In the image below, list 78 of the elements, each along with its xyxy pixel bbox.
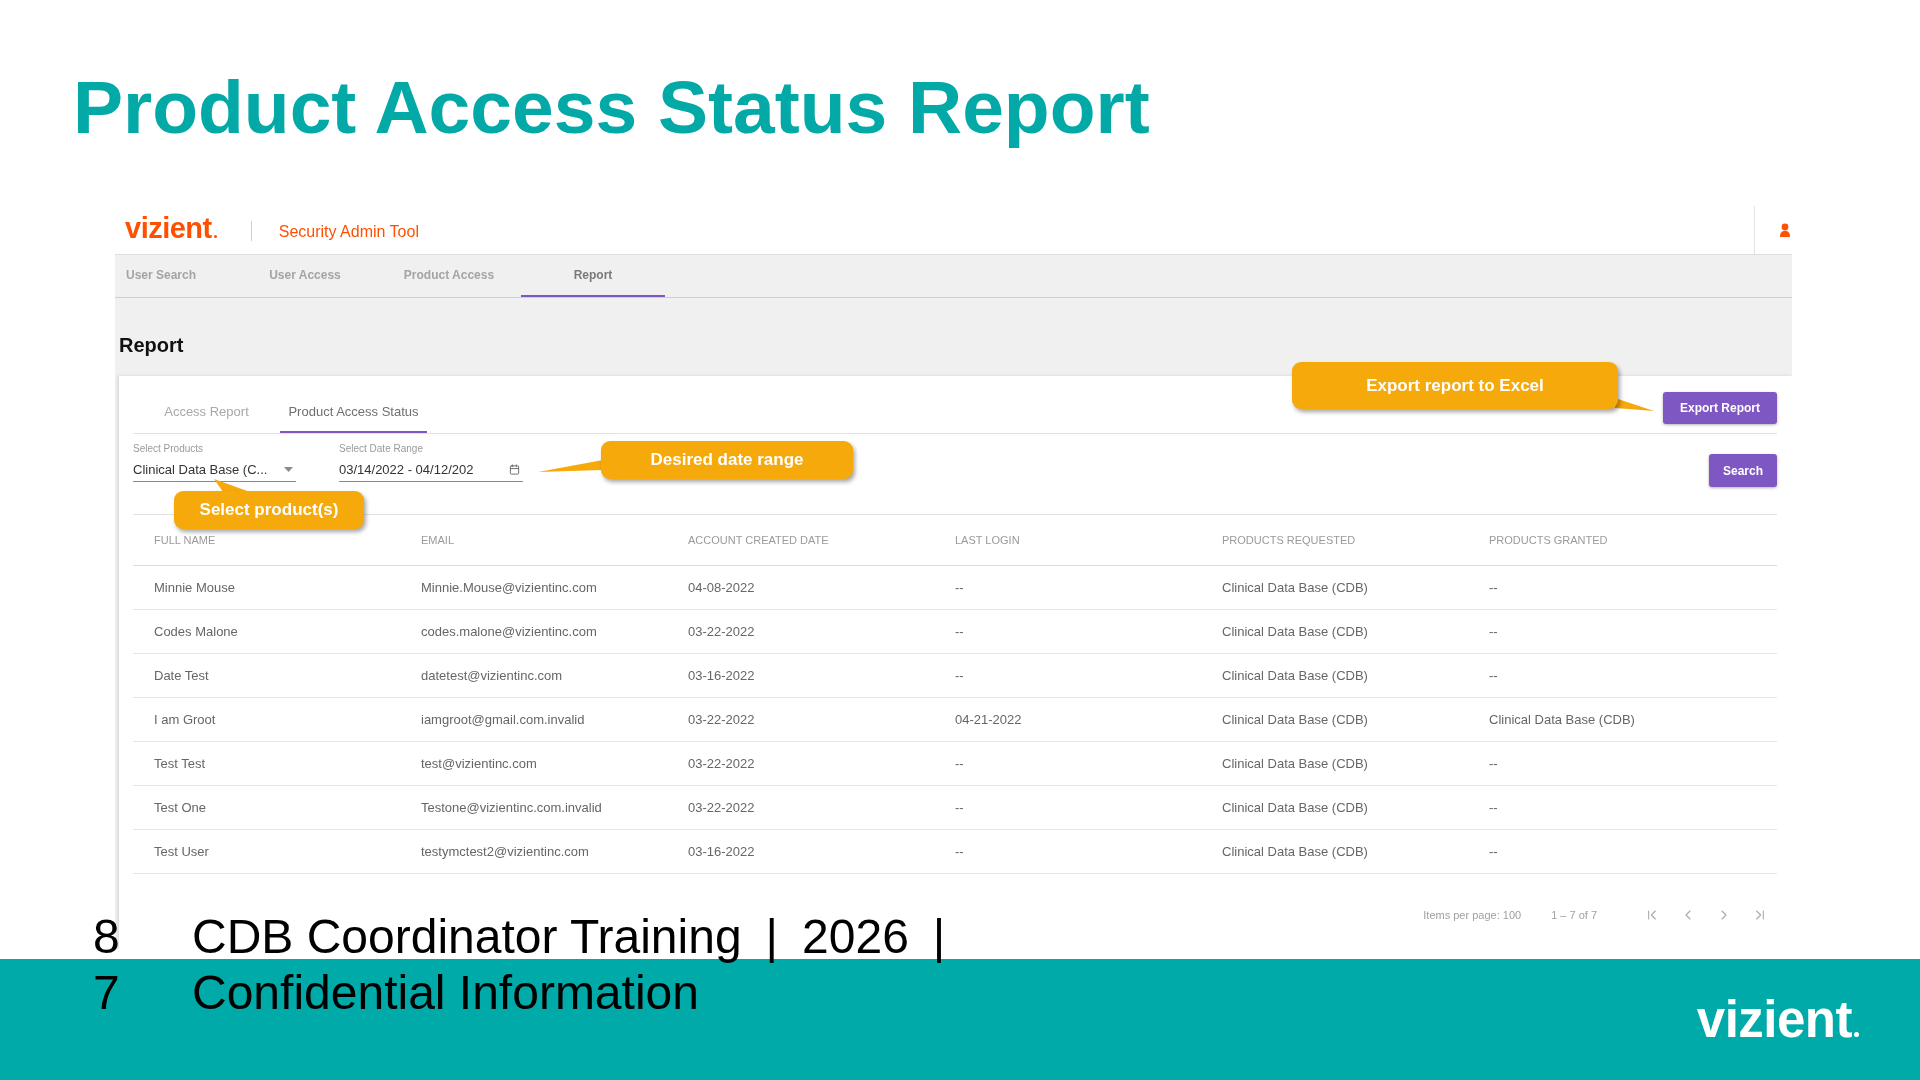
table-cell: -- (1468, 742, 1777, 786)
table-cell: 03-22-2022 (667, 786, 934, 830)
table-cell: -- (934, 610, 1201, 654)
app-name: Security Admin Tool (278, 223, 419, 241)
table-cell: 03-16-2022 (667, 654, 934, 698)
table-cell: -- (1468, 786, 1777, 830)
logo-dot-icon (213, 234, 217, 238)
slide-number: 7 (93, 966, 120, 1019)
product-select[interactable]: Clinical Data Base (C... (133, 458, 296, 482)
table-cell: Clinical Data Base (CDB) (1201, 654, 1468, 698)
field-label: Select Date Range (339, 442, 423, 456)
table-cell: -- (1468, 830, 1777, 874)
table-cell: Clinical Data Base (CDB) (1201, 786, 1468, 830)
footer-text: | (765, 909, 779, 965)
slide-title: Product Access Status Report (73, 66, 1150, 148)
table-cell: Clinical Data Base (CDB) (1201, 742, 1468, 786)
column-header: FULL NAME (154, 533, 216, 547)
callout-label: Desired date range (601, 441, 853, 479)
table-cell: -- (1468, 654, 1777, 698)
footer-logo: vizient (1696, 994, 1852, 1045)
table-cell: 03-22-2022 (667, 610, 934, 654)
table-cell: I am Groot (133, 698, 400, 742)
logo: vizient (125, 213, 212, 243)
table-cell: 04-08-2022 (667, 566, 934, 610)
table-cell: Date Test (133, 654, 400, 698)
table-cell: test@vizientinc.com (400, 742, 667, 786)
items-per-page-label: Items per page: 100 (1423, 909, 1522, 921)
search-button[interactable]: Search (1708, 454, 1777, 487)
table-cell: Clinical Data Base (CDB) (1201, 698, 1468, 742)
column-header: ACCOUNT CREATED DATE (688, 533, 829, 547)
page-range-label: 1 – 7 of 7 (1551, 909, 1597, 921)
callout-label: Export report to Excel (1292, 362, 1618, 409)
table-cell: Test One (133, 786, 400, 830)
table-cell: codes.malone@vizientinc.com (400, 610, 667, 654)
table-cell: Clinical Data Base (CDB) (1201, 830, 1468, 874)
table-cell: -- (934, 654, 1201, 698)
table-cell: Test User (133, 830, 400, 874)
column-header: PRODUCTS REQUESTED (1222, 533, 1356, 547)
table-cell: iamgroot@gmail.com.invalid (400, 698, 667, 742)
table-cell: 03-22-2022 (667, 742, 934, 786)
table-cell: Clinical Data Base (CDB) (1201, 566, 1468, 610)
footer-text: Confidential Information (192, 965, 699, 1021)
table-cell: Clinical Data Base (CDB) (1201, 610, 1468, 654)
table-cell: -- (934, 566, 1201, 610)
table-cell: Minnie Mouse (133, 566, 400, 610)
table-cell: Test Test (133, 742, 400, 786)
table-cell: Clinical Data Base (CDB) (1468, 698, 1777, 742)
footer-text: 2026 (802, 909, 909, 965)
date-range-field[interactable]: 03/14/2022 - 04/12/202 (339, 458, 523, 482)
nav-tab[interactable]: Report (521, 255, 665, 297)
column-header: LAST LOGIN (955, 533, 1020, 547)
logo-dot-icon (1854, 1032, 1859, 1037)
calendar-icon (509, 464, 520, 475)
table-cell: -- (934, 830, 1201, 874)
table-cell: Codes Malone (133, 610, 400, 654)
field-label: Select Products (133, 442, 204, 456)
table-cell: testymctest2@vizientinc.com (400, 830, 667, 874)
slide-number: 8 (93, 910, 120, 963)
table-cell: datetest@vizientinc.com (400, 654, 667, 698)
table-cell: -- (934, 742, 1201, 786)
table-cell: Minnie.Mouse@vizientinc.com (400, 566, 667, 610)
table-cell: Testone@vizientinc.com.invalid (400, 786, 667, 830)
table-cell: 04-21-2022 (934, 698, 1201, 742)
table-cell: -- (1468, 610, 1777, 654)
column-header: EMAIL (421, 533, 454, 547)
table-cell: -- (1468, 566, 1777, 610)
table-cell: 03-22-2022 (667, 698, 934, 742)
user-icon[interactable] (1780, 223, 1790, 237)
footer-text: CDB Coordinator Training (192, 909, 742, 965)
page-title: Report (119, 333, 184, 357)
caret-icon (284, 467, 293, 472)
footer-text: | (932, 909, 946, 965)
table-cell: 03-16-2022 (667, 830, 934, 874)
callout-pointer-icon (1615, 396, 1655, 412)
column-header: PRODUCTS GRANTED (1489, 533, 1608, 547)
export-button[interactable]: Export Report (1663, 392, 1777, 424)
sub-tab[interactable]: Product Access Status (280, 392, 427, 433)
table-cell: -- (934, 786, 1201, 830)
